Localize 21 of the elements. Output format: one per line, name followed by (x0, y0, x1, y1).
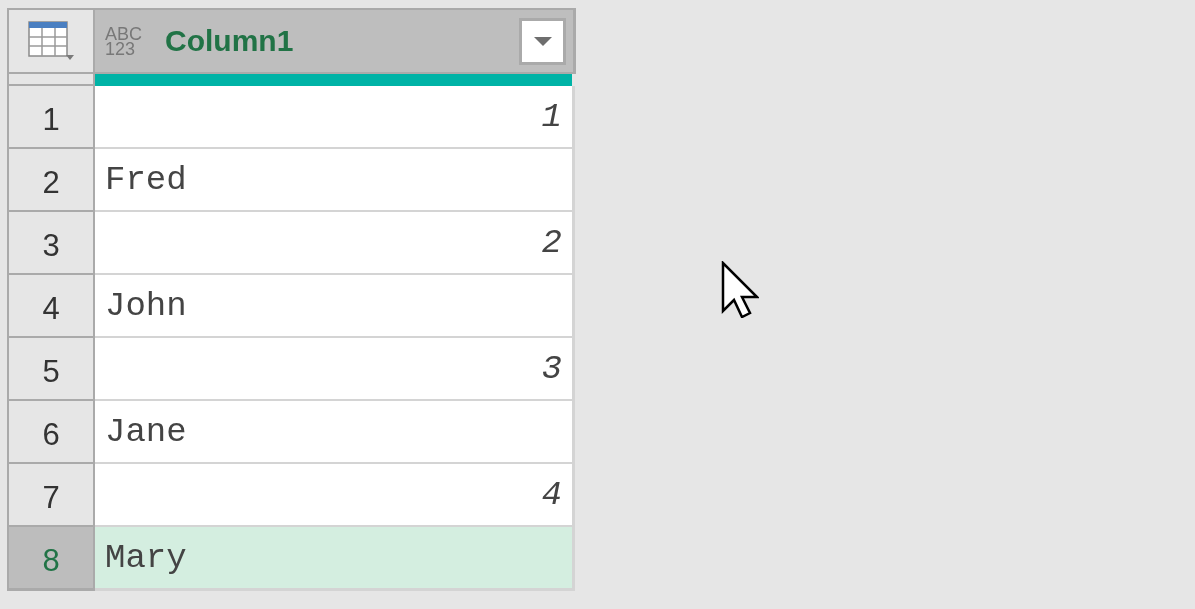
row-number[interactable]: 6 (7, 401, 95, 464)
table-menu-button[interactable] (9, 10, 93, 72)
row-number[interactable]: 5 (7, 338, 95, 401)
table-cell: 2 (95, 212, 575, 275)
table-cell: 3 (95, 338, 575, 401)
table-cell: Fred (95, 149, 575, 212)
table-icon (28, 21, 74, 61)
table-cell: John (95, 275, 575, 338)
column-name: Column1 (165, 24, 294, 58)
row-number[interactable]: 2 (7, 149, 95, 212)
mouse-pointer-icon (721, 261, 759, 318)
caret-icon (533, 36, 552, 46)
filter-dropdown-button[interactable] (519, 17, 566, 65)
table-cell: 4 (95, 464, 575, 527)
row-number[interactable]: 4 (7, 275, 95, 338)
row-number[interactable]: 3 (7, 212, 95, 275)
table-cell: Mary (95, 527, 575, 591)
row-number[interactable]: 1 (7, 86, 95, 149)
row-number[interactable]: 7 (7, 464, 95, 527)
table-cell: Jane (95, 401, 575, 464)
table-cell: 1 (95, 86, 575, 149)
